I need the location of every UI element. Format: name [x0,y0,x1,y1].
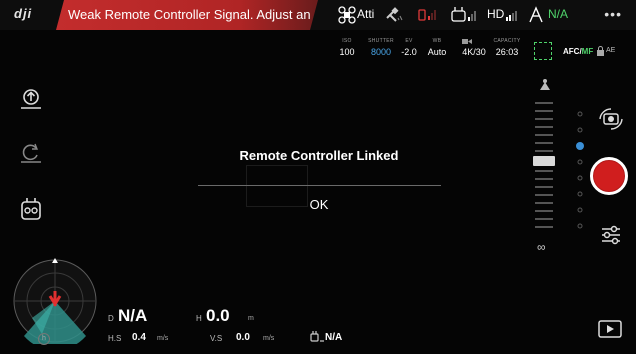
hspeed-value: 0.4 [132,332,146,343]
video-format-param[interactable]: 4K/30 [458,38,490,57]
alert-text: Weak Remote Controller Signal. Adjust an [68,7,311,22]
capacity-param[interactable]: CAPACITY 26:03 [492,38,522,57]
video-signal-icon [506,11,517,21]
return-home-icon[interactable] [18,140,44,166]
dialog-divider [198,185,441,186]
height-label: H [196,314,202,323]
rc-signal-icon [418,9,436,21]
camera-settings-icon[interactable] [600,224,622,246]
focus-box-icon[interactable] [534,42,552,60]
distance-value: N/A [118,306,148,325]
dialog-ok-button[interactable]: OK [298,197,340,215]
playback-icon[interactable] [598,320,622,338]
record-button-inner [594,161,624,191]
vspeed-value: 0.0 [236,332,250,343]
hd-video-link: HD [487,7,505,21]
attitude-radar[interactable] [12,258,98,344]
remote-controller-icon [451,7,476,22]
focus-mode-toggle[interactable]: AFC/MF [563,47,593,56]
gimbal-slider[interactable] [533,98,555,248]
shutter-param[interactable]: SHUTTER 8000 [366,38,396,57]
dialog-title: Remote Controller Linked [239,148,399,163]
takeoff-icon[interactable] [18,86,44,112]
ae-lock[interactable]: AE [606,47,615,54]
rc-distance-icon [310,331,324,342]
hspeed-label: H.S [108,334,122,343]
distance-label: D [108,314,114,323]
iso-param[interactable]: ISO 100 [336,38,358,57]
drone-icon [338,6,356,24]
height-unit: m [248,315,254,322]
infinity-icon: ∞ [537,240,546,254]
intelligent-flight-icon[interactable] [18,196,44,222]
height-value: 0.0 [206,306,230,325]
wb-param[interactable]: WB Auto [425,38,449,57]
flight-mode: Atti [357,7,375,21]
camera-switch-icon[interactable] [598,108,624,130]
battery-icon [529,6,543,23]
battery-status: N/A [548,7,569,21]
lock-icon [597,46,604,56]
hspeed-unit: m/s [157,335,169,342]
satellite-icon [386,7,403,22]
vspeed-unit: m/s [263,335,275,342]
more-menu-icon[interactable]: ••• [604,6,622,22]
dji-logo[interactable]: dji [14,6,48,24]
photo-video-switch[interactable] [575,108,585,248]
vspeed-label: V.S [210,334,223,343]
rc-distance-value: N/A [325,332,343,343]
ev-param[interactable]: EV -2.0 [398,38,420,57]
mountain-icon [540,79,550,90]
home-point-icon: h [38,333,50,345]
